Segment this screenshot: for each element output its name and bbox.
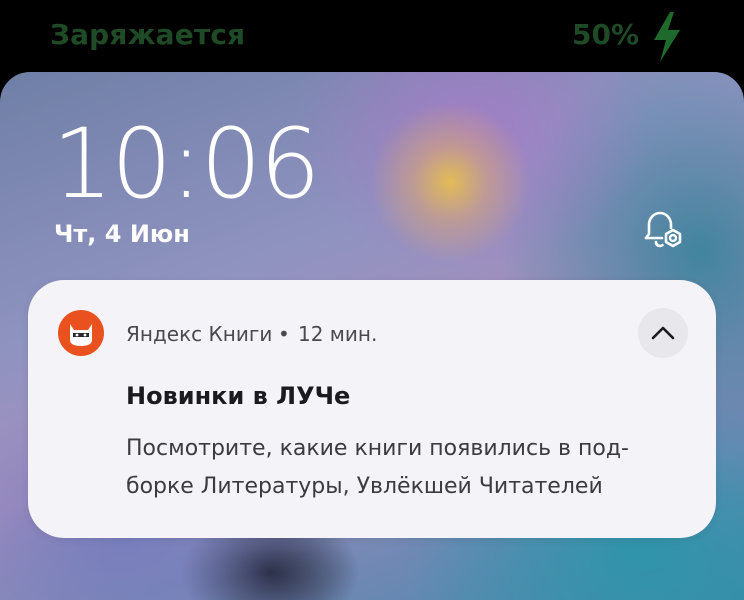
notification-title: Новинки в ЛУЧе [126,382,351,410]
lightning-bolt-icon [654,12,680,62]
chevron-up-icon [651,326,675,340]
status-bar: Заряжается 50% [0,0,744,72]
lock-screen: Заряжается 50% 10:06 Чт, 4 Июн Яндекс Кн… [0,0,744,600]
notification-card[interactable]: Яндекс Книги • 12 мин. Новинки в ЛУЧе По… [28,280,716,538]
notification-body: Посмотрите, какие книги появились в под-… [126,430,686,506]
yandex-books-cat-icon [58,310,104,356]
notification-body-line: Посмотрите, какие книги появились в под- [126,436,629,461]
lockscreen-date: Чт, 4 Июн [54,220,190,248]
separator-dot: • [278,322,290,346]
battery-percent: 50% [572,18,640,51]
notification-body-line: борке Литературы, Увлёкшей Читателей [126,474,603,499]
notification-app-name: Яндекс Книги [126,322,273,346]
alarm-settings-icon[interactable] [640,208,686,252]
collapse-button[interactable] [638,308,688,358]
notification-time: 12 мин. [298,322,378,346]
charging-status: Заряжается [50,18,246,51]
lockscreen-clock: 10:06 [52,108,321,220]
